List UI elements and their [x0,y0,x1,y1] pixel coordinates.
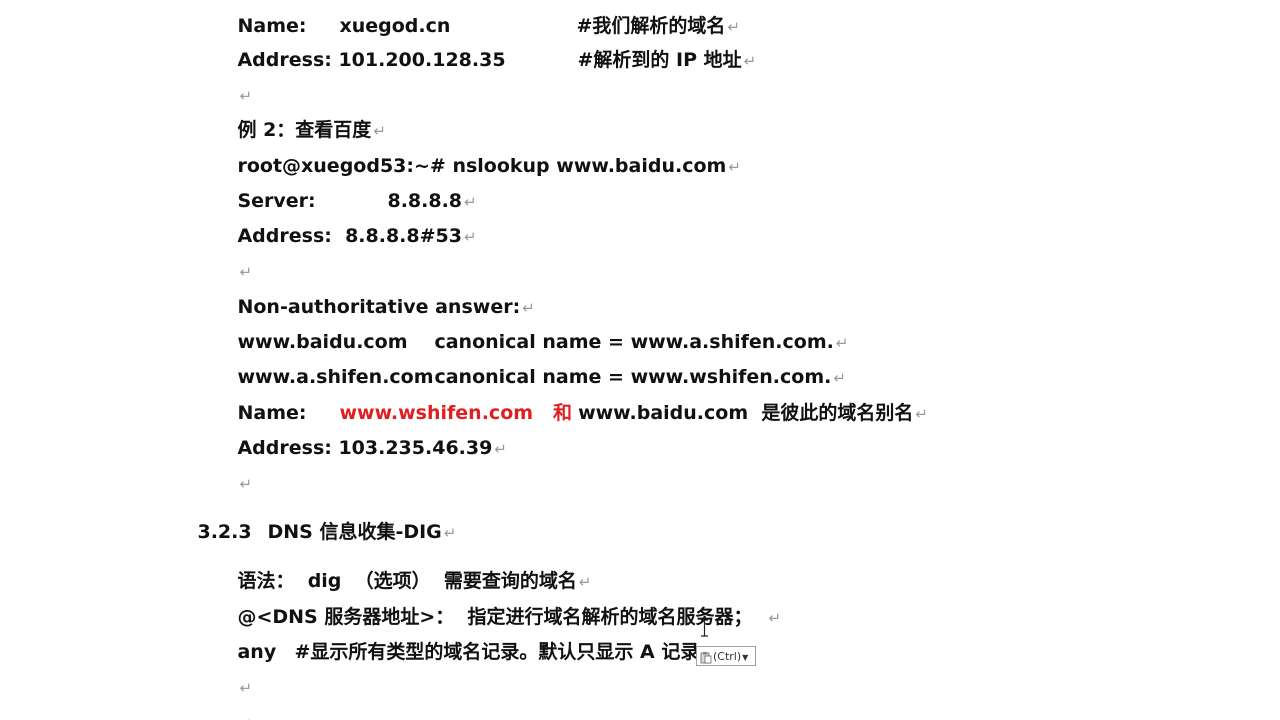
paragraph-mark-icon: ↵ [463,228,477,246]
clipboard-icon [700,651,712,663]
document-page: Name: xuegod.cn #我们解析的域名 ↵ Address: 101.200… [0,0,1280,720]
command-line: root@xuegod53:~# nslookup www.baidu.com ↵ [211,127,740,177]
address-comment: #解析到的 IP 地址 [577,49,742,71]
name-alias-line: Name: www.wshifen.com 和 www.baidu.com 是彼此的域… [211,374,927,424]
paragraph-mark-icon: ↵ [743,52,757,70]
paste-options-button[interactable]: (Ctrl)▼ [696,646,756,666]
final-address-text: Address: 103.235.46.39 [237,437,493,459]
paragraph-mark-icon: ↵ [915,405,928,423]
address-line: Address: 101.200.128.35 #解析到的 IP 地址 ↵ [211,21,756,71]
example-title: 例 2：查看百度 ↵ [211,91,385,141]
name-line-top: Name: xuegod.cn #我们解析的域名 ↵ [211,0,740,37]
cname-row: www.baidu.com canonical name = www.a.shif… [211,303,848,353]
syntax-line: 语法： dig （选项） 需要查询的域名 ↵ [211,542,591,592]
paragraph-mark-icon: ↵ [239,475,253,493]
empty-paragraph: ↵ [211,56,252,105]
any-desc: #显示所有类型的域名记录。默认只显示 A 记录 [294,641,700,663]
any-option-line: any#显示所有类型的域名记录。默认只显示 A 记录↵ [211,613,733,663]
paragraph-mark-icon: ↵ [728,158,741,176]
paragraph-mark-icon: ↵ [768,609,782,627]
paragraph-mark-icon: ↵ [494,440,507,458]
empty-paragraph: ↵ [211,648,252,697]
empty-paragraph: ↵ [211,444,252,493]
address-text: Address: 101.200.128.35 [237,49,506,71]
chevron-down-icon: ▼ [742,653,749,662]
server-address-text: Address: 8.8.8.8#53 [237,225,462,247]
section-heading: 3.2.3 DNS 信息收集-DIG ↵ [171,493,456,543]
red-conjunction: 和 [553,402,573,424]
non-auth-line: Non-authoritative answer: ↵ [211,268,534,318]
final-address-line: Address: 103.235.46.39 ↵ [211,409,506,459]
cname-row: www.a.shifen.comcanonical name = www.wsh… [211,338,845,388]
server-line: Server: 8.8.8.8 ↵ [211,162,476,212]
section-title: DNS 信息收集-DIG [267,521,442,543]
paste-options-label: (Ctrl) [713,650,742,663]
empty-paragraph: ↵ [211,232,252,281]
empty-paragraph: ↵ [211,684,252,720]
paragraph-mark-icon: ↵ [443,524,457,542]
server-option-line: @<DNS 服务器地址>： 指定进行域名解析的域名服务器； ↵ [211,578,781,628]
paragraph-mark-icon: ↵ [239,715,252,720]
server-address-line: Address: 8.8.8.8#53 ↵ [211,197,476,247]
text-cursor-icon [701,619,708,637]
name-alias-rest: www.baidu.com 是彼此的域名别名 [578,402,914,424]
